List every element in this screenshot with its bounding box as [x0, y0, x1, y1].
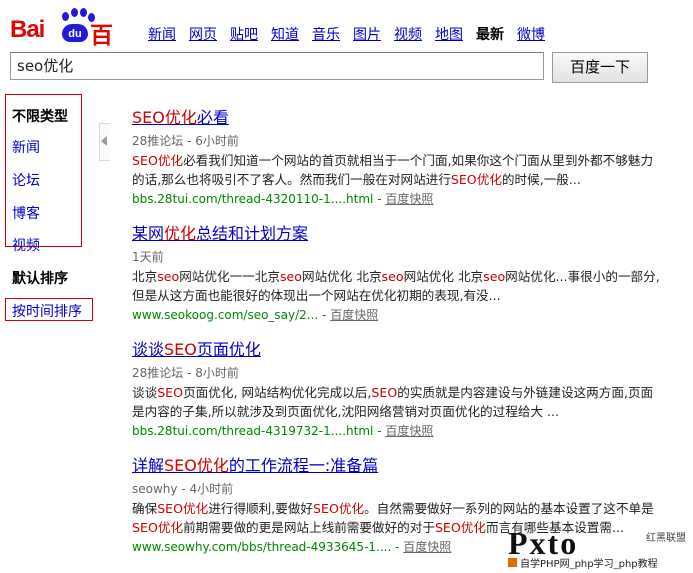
- abstract-text: 页面优化, 网站结构优化完成以后,: [183, 385, 372, 400]
- keyword-highlight: SEO优化: [434, 520, 486, 535]
- cache-link[interactable]: 百度快照: [385, 192, 433, 206]
- abstract-text: 确保: [132, 501, 158, 516]
- abstract-text: 的时候,一般...: [501, 172, 581, 187]
- nav-video[interactable]: 视频: [394, 27, 422, 43]
- watermark-caption: 自学PHP网_php学习_php教程: [520, 555, 658, 570]
- result-item: 谈谈SEO页面优化 28推论坛 - 8小时前 谈谈SEO页面优化, 网站结构优化…: [132, 336, 662, 439]
- sidebar-type-all[interactable]: 不限类型: [12, 106, 68, 126]
- result-abstract: 谈谈SEO页面优化, 网站结构优化完成以后,SEO的实质就是内容建设与外链建设这…: [132, 383, 662, 421]
- nav-images[interactable]: 图片: [353, 27, 381, 43]
- paw-toe-icon: [80, 8, 87, 17]
- keyword-highlight: SEO优化: [313, 501, 365, 516]
- keyword-highlight: seo: [381, 269, 404, 284]
- sidebar-sort-default[interactable]: 默认排序: [12, 268, 68, 288]
- abstract-text: 网站优化 北京: [403, 269, 484, 284]
- sidebar-collapse-handle[interactable]: [99, 123, 110, 161]
- nav-web[interactable]: 网页: [189, 27, 217, 43]
- nav-map[interactable]: 地图: [435, 27, 463, 43]
- result-abstract: SEO优化必看我们知道一个网站的首页就相当于一个门面,如果你这个门面从里到外都不…: [132, 151, 662, 189]
- keyword-highlight: SEO优化: [132, 153, 184, 168]
- result-title[interactable]: 详解SEO优化的工作流程一:准备篇: [132, 452, 662, 476]
- watermark-tag: 红黑联盟: [646, 533, 686, 544]
- abstract-text: 前期需要做的更是网站上线前需要做好的对于: [183, 520, 435, 535]
- keyword-highlight: seo: [483, 269, 506, 284]
- sidebar-type-video[interactable]: 视频: [12, 235, 40, 255]
- nav-zhidao[interactable]: 知道: [271, 27, 299, 43]
- watermark: Pxto 红黑联盟 自学PHP网_php学习_php教程: [508, 525, 693, 573]
- result-meta: seowhy - 4小时前: [132, 482, 234, 496]
- result-item: 某网优化总结和计划方案 1天前 北京seo网站优化一一北京seo网站优化 北京s…: [132, 220, 662, 323]
- result-url: www.seowhy.com/bbs/thread-4933645-1....: [132, 540, 392, 554]
- paw-toe-icon: [71, 8, 78, 17]
- logo-text-bai: Bai: [10, 16, 45, 43]
- result-url-line: bbs.28tui.com/thread-4320110-1....html -…: [132, 192, 434, 206]
- paw-toe-icon: [62, 12, 69, 21]
- result-title[interactable]: 谈谈SEO页面优化: [132, 336, 662, 360]
- result-url: www.seokoog.com/seo_say/2...: [132, 308, 319, 322]
- search-button[interactable]: 百度一下: [552, 52, 648, 83]
- result-title[interactable]: 某网优化总结和计划方案: [132, 220, 662, 244]
- abstract-text: 进行得顺利,要做好: [208, 501, 314, 516]
- result-meta: 28推论坛 - 8小时前: [132, 366, 239, 380]
- nav-latest[interactable]: 最新: [476, 27, 504, 43]
- cache-link[interactable]: 百度快照: [403, 540, 451, 554]
- abstract-text: 网站优化 北京: [301, 269, 382, 284]
- cache-link[interactable]: 百度快照: [330, 308, 378, 322]
- chevron-left-icon: [101, 136, 107, 146]
- top-nav: 新闻 网页 贴吧 知道 音乐 图片 视频 地图 最新 微博: [148, 24, 558, 44]
- keyword-highlight: SEO优化: [157, 501, 209, 516]
- abstract-text: 。自然需要做好一系列的网站的基本设置了这不单是: [364, 501, 654, 516]
- abstract-text: 网站优化一一北京: [179, 269, 280, 284]
- nav-news[interactable]: 新闻: [148, 27, 176, 43]
- keyword-highlight: SEO: [157, 385, 184, 400]
- keyword-highlight: seo: [157, 269, 180, 284]
- sidebar-type-forum[interactable]: 论坛: [12, 170, 40, 190]
- abstract-text: 谈谈: [132, 385, 158, 400]
- abstract-text: 北京: [132, 269, 158, 284]
- sidebar-type-news[interactable]: 新闻: [12, 137, 40, 157]
- keyword-highlight: SEO优化: [450, 172, 502, 187]
- result-url: bbs.28tui.com/thread-4319732-1....html: [132, 424, 374, 438]
- result-meta: 28推论坛 - 6小时前: [132, 134, 239, 148]
- result-abstract: 北京seo网站优化一一北京seo网站优化 北京seo网站优化 北京seo网站优化…: [132, 267, 662, 305]
- sidebar-sort-by-time[interactable]: 按时间排序: [12, 301, 82, 321]
- result-meta: 1天前: [132, 250, 164, 264]
- result-url-line: www.seokoog.com/seo_say/2... - 百度快照: [132, 308, 379, 322]
- search-input[interactable]: seo优化: [10, 52, 544, 80]
- result-item: SEO优化必看 28推论坛 - 6小时前 SEO优化必看我们知道一个网站的首页就…: [132, 104, 662, 207]
- nav-tieba[interactable]: 贴吧: [230, 27, 258, 43]
- keyword-highlight: SEO: [371, 385, 398, 400]
- nav-music[interactable]: 音乐: [312, 27, 340, 43]
- keyword-highlight: SEO优化: [132, 520, 184, 535]
- result-url-line: bbs.28tui.com/thread-4319732-1....html -…: [132, 424, 434, 438]
- watermark-square-icon: [508, 558, 517, 567]
- sidebar-type-blog[interactable]: 博客: [12, 203, 40, 223]
- logo-paw-du: du: [62, 24, 88, 42]
- keyword-highlight: seo: [279, 269, 302, 284]
- nav-weibo[interactable]: 微博: [517, 27, 545, 43]
- result-url: bbs.28tui.com/thread-4320110-1....html: [132, 192, 374, 206]
- result-title[interactable]: SEO优化必看: [132, 104, 662, 128]
- baidu-logo[interactable]: Bai du 百度: [10, 6, 132, 83]
- cache-link[interactable]: 百度快照: [385, 424, 433, 438]
